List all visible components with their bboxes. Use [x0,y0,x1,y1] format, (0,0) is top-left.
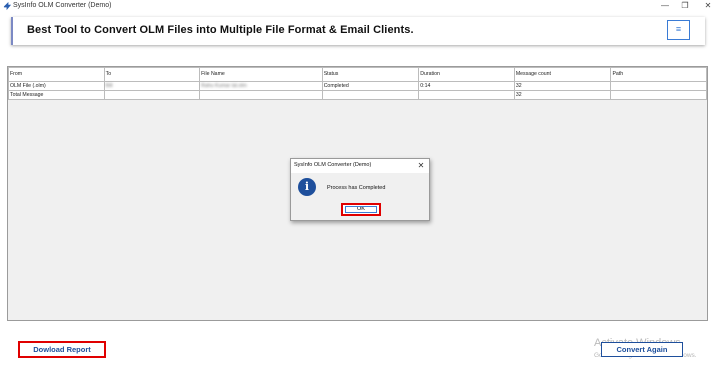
cell-file-name [199,90,323,100]
dialog-title: SysInfo OLM Converter (Demo) [294,162,372,168]
completion-dialog: SysInfo OLM Converter (Demo) ✕ i Process… [290,158,430,221]
results-table: From To File Name Status Duration Messag… [8,67,707,100]
column-header-duration[interactable]: Duration [418,67,515,82]
column-header-status[interactable]: Status [321,67,420,82]
hamburger-icon: ≡ [675,24,682,34]
column-header-to[interactable]: To [103,67,201,82]
cell-path [610,90,707,100]
menu-button[interactable]: ≡ [667,20,690,40]
cell-from: Total Message [8,90,105,100]
cell-message-count: 32 [513,90,612,100]
dialog-close-button[interactable]: ✕ [416,160,426,171]
title-bar: SysInfo OLM Converter (Demo) — ❐ ✕ [0,0,719,14]
cell-file-name: Rahu Kumar lal.olm [199,81,323,91]
minimize-button[interactable]: — [654,0,676,12]
cell-from: OLM File (.olm) [8,81,105,91]
dialog-message: Process has Completed [327,185,386,191]
table-header-row: From To File Name Status Duration Messag… [8,67,707,82]
info-icon: i [298,178,316,196]
cell-path [610,81,707,91]
ok-button[interactable]: OK [341,203,381,216]
cell-message-count: 32 [513,81,612,91]
header-banner: Best Tool to Convert OLM Files into Mult… [11,17,705,45]
column-header-message-count[interactable]: Message count [513,67,612,82]
app-logo-icon [3,2,12,11]
column-header-file-name[interactable]: File Name [199,67,323,82]
convert-again-button[interactable]: Convert Again [601,342,683,357]
dialog-title-bar: SysInfo OLM Converter (Demo) ✕ [291,159,429,173]
column-header-from[interactable]: From [8,67,105,82]
app-window: SysInfo OLM Converter (Demo) — ❐ ✕ Best … [0,0,719,376]
close-window-button[interactable]: ✕ [697,0,719,12]
cell-status [321,90,420,100]
maximize-button[interactable]: ❐ [674,0,696,12]
window-title: SysInfo OLM Converter (Demo) [13,2,112,9]
table-row[interactable]: OLM File (.olm) Bill Rahu Kumar lal.olm … [8,81,707,91]
table-row-total[interactable]: Total Message 32 [8,90,707,100]
cell-to [103,90,201,100]
cell-status: Completed [321,81,420,91]
download-report-button[interactable]: Dowload Report [18,341,106,358]
cell-duration [418,90,515,100]
cell-duration: 0:14 [418,81,515,91]
ok-button-focus-ring [345,206,377,213]
column-header-path[interactable]: Path [610,67,707,82]
banner-headline: Best Tool to Convert OLM Files into Mult… [27,24,414,36]
cell-to: Bill [103,81,201,91]
